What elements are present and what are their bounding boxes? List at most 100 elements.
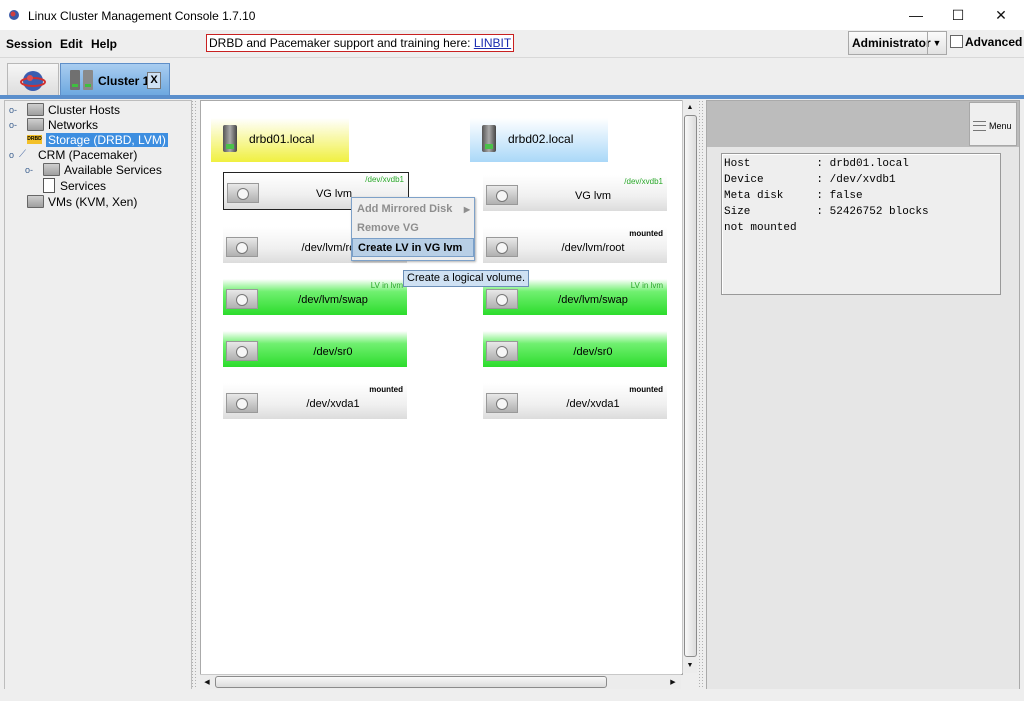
block-name: /dev/lvm/swap xyxy=(558,294,628,306)
advanced-checkbox[interactable] xyxy=(950,35,963,48)
scroll-right-icon[interactable]: ▶ xyxy=(667,676,679,688)
menu-item-label: Add Mirrored Disk xyxy=(357,203,453,215)
block-note: mounted xyxy=(629,385,663,394)
disk-icon xyxy=(486,185,518,205)
tab-cluster-1[interactable]: Cluster 1 X xyxy=(60,63,170,97)
menu-button-label: Menu xyxy=(989,121,1012,131)
close-tab-button[interactable]: X xyxy=(147,72,161,89)
tree-label: Services xyxy=(60,178,107,193)
tree-handle-icon[interactable]: o- xyxy=(25,165,33,175)
block-note: mounted xyxy=(629,229,663,238)
block-sr0[interactable]: /dev/sr0 xyxy=(223,331,407,367)
user-mode-select[interactable]: Administrator ▼ xyxy=(848,31,947,55)
device-info-box: Host : drbd01.local Device : /dev/xvdb1 … xyxy=(721,153,1001,295)
tree-label: Networks xyxy=(48,117,99,132)
tree-item-services[interactable]: Services xyxy=(43,178,106,193)
advanced-label[interactable]: Advanced xyxy=(965,35,1022,49)
scroll-down-icon[interactable]: ▼ xyxy=(684,659,696,671)
storage-graph: drbd01.local drbd02.local /dev/xvdb1 VG … xyxy=(200,100,683,675)
block-name: /dev/lvm/root xyxy=(561,242,625,254)
info-row-device: Device : /dev/xvdb1 xyxy=(724,174,896,186)
tree-item-networks[interactable]: o- Networks xyxy=(9,117,98,132)
menu-add-mirrored-disk[interactable]: Add Mirrored Disk ▶ xyxy=(352,200,474,219)
tree-label: Cluster Hosts xyxy=(48,102,121,117)
info-panel-header: Menu xyxy=(707,101,1019,147)
tab-home[interactable] xyxy=(7,63,59,97)
banner-text: DRBD and Pacemaker support and training … xyxy=(209,36,474,50)
window-title: Linux Cluster Management Console 1.7.10 xyxy=(28,9,256,23)
host-drbd01[interactable]: drbd01.local xyxy=(211,118,349,162)
linbit-link[interactable]: LINBIT xyxy=(474,36,511,50)
menu-edit[interactable]: Edit xyxy=(60,37,83,51)
disk-icon xyxy=(486,393,518,413)
tree-item-storage[interactable]: DRBD Storage (DRBD, LVM) xyxy=(9,132,168,147)
tree-item-cluster-hosts[interactable]: o- Cluster Hosts xyxy=(9,102,120,117)
disk-icon xyxy=(227,183,259,203)
tree-item-vms[interactable]: VMs (KVM, Xen) xyxy=(9,194,137,209)
maximize-button[interactable]: ☐ xyxy=(935,0,981,30)
vertical-scroll-thumb[interactable] xyxy=(684,115,697,657)
linbit-banner: DRBD and Pacemaker support and training … xyxy=(206,34,515,52)
menu-session[interactable]: Session xyxy=(6,37,52,51)
tooltip: Create a logical volume. xyxy=(403,270,530,287)
close-window-button[interactable]: ✕ xyxy=(978,0,1024,30)
block-vg-lvm[interactable]: /dev/xvdb1 VG lvm xyxy=(483,175,667,211)
block-name: /dev/xvda1 xyxy=(566,398,620,410)
block-lvm-root[interactable]: mounted /dev/lvm/root xyxy=(483,227,667,263)
host-drbd02[interactable]: drbd02.local xyxy=(470,118,608,162)
block-name: /dev/sr0 xyxy=(313,346,353,358)
tree-handle-icon[interactable]: o- xyxy=(9,120,17,130)
menu-create-lv[interactable]: Create LV in VG lvm xyxy=(352,238,474,257)
minimize-button[interactable]: — xyxy=(893,0,939,30)
folder-icon xyxy=(43,163,60,176)
block-lvm-swap[interactable]: LV in lvm /dev/lvm/swap xyxy=(223,279,407,315)
block-sr0[interactable]: /dev/sr0 xyxy=(483,331,667,367)
block-name: /dev/xvda1 xyxy=(306,398,360,410)
dropdown-arrow-icon[interactable]: ▼ xyxy=(927,32,946,54)
tree-item-available-services[interactable]: o- Available Services xyxy=(25,162,162,177)
block-note: mounted xyxy=(369,385,403,394)
tab-underline xyxy=(0,95,1024,99)
info-row-host: Host : drbd01.local xyxy=(724,158,909,170)
block-note: LV in lvm xyxy=(370,281,403,290)
horizontal-scroll-thumb[interactable] xyxy=(215,676,607,688)
block-name: VG lvm xyxy=(574,190,612,202)
block-note: /dev/xvdb1 xyxy=(624,177,663,186)
block-note: LV in lvm xyxy=(630,281,663,290)
menu-remove-vg[interactable]: Remove VG xyxy=(352,219,474,238)
right-splitter[interactable] xyxy=(698,100,705,688)
info-row-meta-disk: Meta disk : false xyxy=(724,190,863,202)
left-splitter[interactable] xyxy=(191,100,198,688)
disk-icon xyxy=(226,289,258,309)
user-mode-value: Administrator xyxy=(852,36,931,50)
scroll-left-icon[interactable]: ◀ xyxy=(201,676,213,688)
context-menu: Add Mirrored Disk ▶ Remove VG Create LV … xyxy=(351,197,475,261)
pacemaker-icon: ⟋ xyxy=(19,148,26,160)
server-icon xyxy=(482,125,496,152)
info-row-size: Size : 52426752 blocks xyxy=(724,206,929,218)
tree-handle-icon[interactable]: o xyxy=(9,150,14,160)
disk-icon xyxy=(486,341,518,361)
status-bar xyxy=(0,689,1024,701)
globe-icon xyxy=(20,71,46,91)
title-bar: Linux Cluster Management Console 1.7.10 … xyxy=(0,0,1024,30)
drbd-icon: DRBD xyxy=(27,135,42,144)
block-xvda1[interactable]: mounted /dev/xvda1 xyxy=(223,383,407,419)
tree-label: Storage (DRBD, LVM) xyxy=(46,132,168,147)
menu-help[interactable]: Help xyxy=(91,37,117,51)
submenu-arrow-icon: ▶ xyxy=(463,205,470,214)
host-name: drbd02.local xyxy=(508,132,574,146)
menu-bar: Session Edit Help DRBD and Pacemaker sup… xyxy=(0,30,1024,58)
tree-item-crm[interactable]: o ⟋ CRM (Pacemaker) xyxy=(9,147,137,162)
tree-label: Available Services xyxy=(64,162,162,177)
horizontal-scrollbar[interactable]: ◀ ▶ xyxy=(200,674,681,689)
tab-cluster-label: Cluster 1 xyxy=(98,74,150,88)
scroll-up-icon[interactable]: ▲ xyxy=(684,101,696,113)
tree-label: CRM (Pacemaker) xyxy=(38,147,138,162)
tree-handle-icon[interactable]: o- xyxy=(9,105,17,115)
vertical-scrollbar[interactable]: ▲ ▼ xyxy=(682,100,697,673)
navigation-tree: o- Cluster Hosts o- Networks DRBD Storag… xyxy=(4,100,192,690)
block-xvda1[interactable]: mounted /dev/xvda1 xyxy=(483,383,667,419)
panel-menu-button[interactable]: Menu xyxy=(969,102,1017,146)
info-row-mount-status: not mounted xyxy=(724,222,797,234)
